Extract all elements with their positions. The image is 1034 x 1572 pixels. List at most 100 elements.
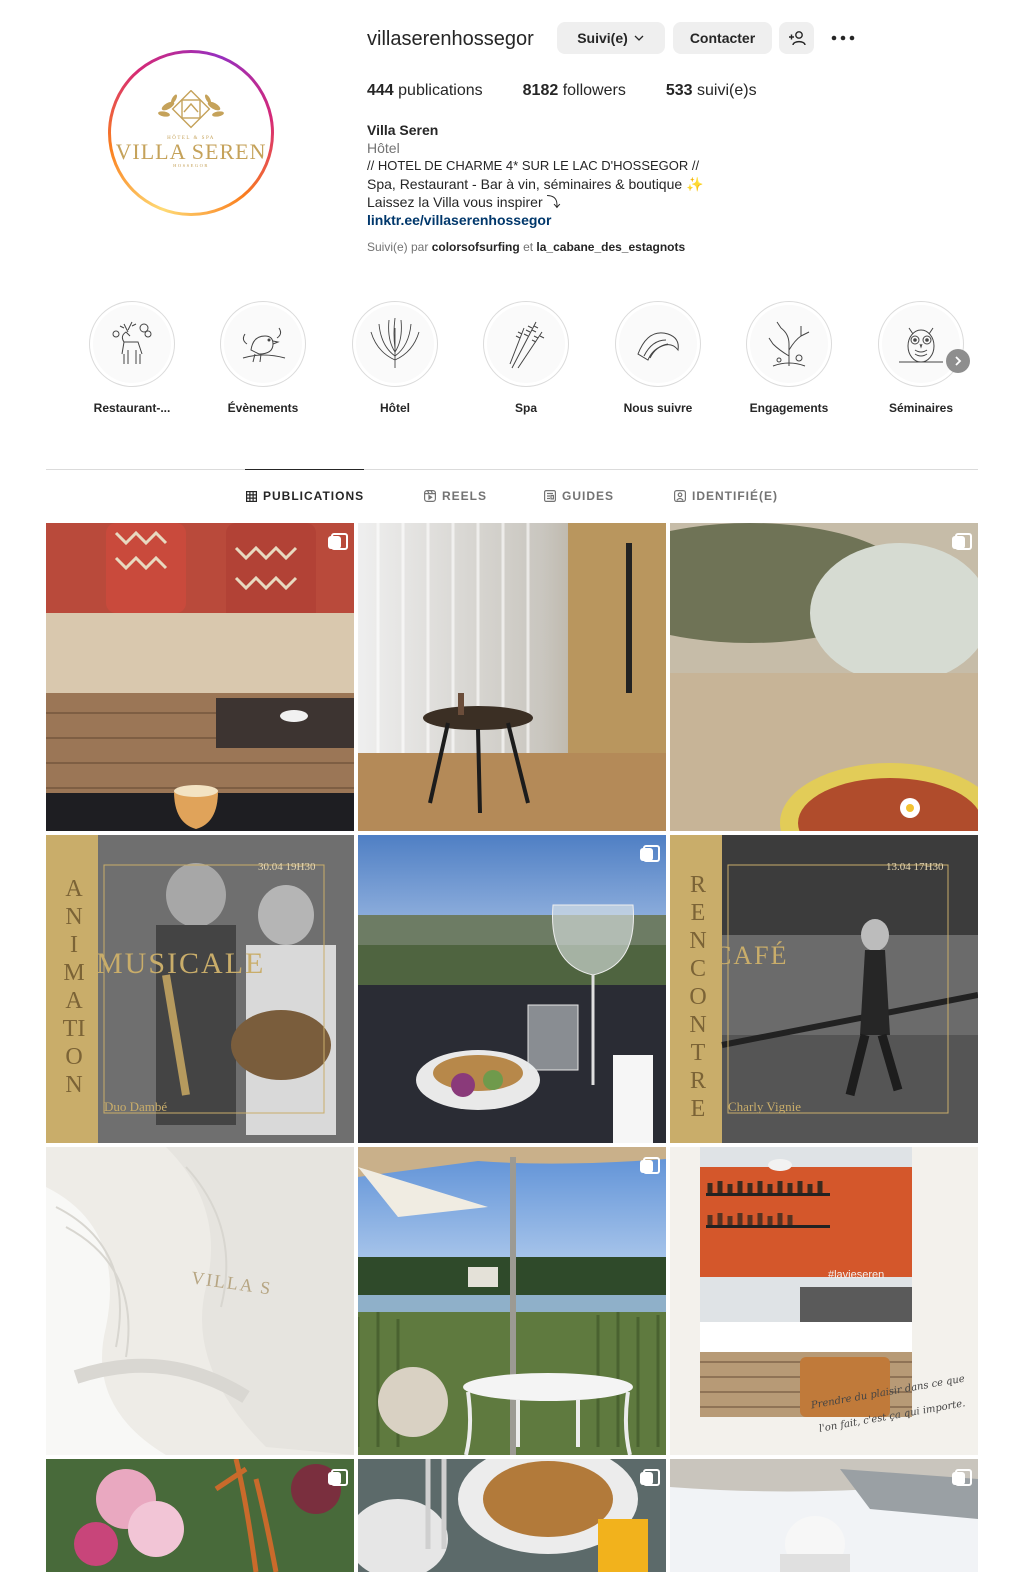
tab-tagged[interactable]: IDENTIFIÉ(E) xyxy=(674,489,778,503)
post-date: 13.04 17H30 xyxy=(886,861,944,873)
post-title: MUSICALE xyxy=(96,947,266,980)
post-tile[interactable] xyxy=(46,1459,354,1572)
post-vertical-title: RENCONTRE xyxy=(689,872,707,1122)
highlight-evenements[interactable]: Évènements xyxy=(217,301,309,415)
highlight-label: Spa xyxy=(514,401,537,415)
carousel-icon xyxy=(640,1157,660,1174)
post-tile[interactable]: ANIMATION MUSICALE 30.04 19H30 Duo Dambé xyxy=(46,835,354,1143)
followers-count[interactable]: 8182 followers xyxy=(523,82,626,100)
carousel-icon xyxy=(640,1469,660,1486)
post-image xyxy=(46,835,354,1143)
highlight-label: Séminaires xyxy=(888,401,954,415)
highlight-label: Évènements xyxy=(227,401,299,415)
highlights-next-button[interactable] xyxy=(946,349,970,373)
suggested-users-button[interactable] xyxy=(779,22,814,54)
post-title: CAFÉ xyxy=(714,941,789,970)
chevron-down-icon xyxy=(634,35,644,41)
profile-stats: 444 publications 8182 followers 533 suiv… xyxy=(367,82,797,100)
carousel-icon xyxy=(640,845,660,862)
wave-icon xyxy=(637,332,679,361)
reels-icon xyxy=(424,490,436,502)
post-image xyxy=(358,835,666,1143)
post-tile[interactable]: #lavieseren Prendre du plaisir dans ce q… xyxy=(670,1147,978,1455)
post-image xyxy=(358,523,666,831)
highlight-nous-suivre[interactable]: Nous suivre xyxy=(612,301,704,415)
following-button-label: Suivi(e) xyxy=(577,30,628,46)
guides-icon xyxy=(544,490,556,502)
highlight-label: Restaurant-... xyxy=(93,401,171,415)
avatar: HÔTEL & SPA VILLA SEREN HOSSEGOR xyxy=(115,57,267,209)
post-tile[interactable] xyxy=(670,523,978,831)
post-tile[interactable] xyxy=(358,1459,666,1572)
profile-avatar-ring[interactable]: HÔTEL & SPA VILLA SEREN HOSSEGOR xyxy=(108,50,274,216)
post-image xyxy=(358,1459,666,1572)
active-tab-indicator xyxy=(245,469,364,470)
bird-icon xyxy=(242,327,286,363)
tab-guides[interactable]: GUIDES xyxy=(544,489,614,503)
carousel-icon xyxy=(952,1469,972,1486)
owl-icon xyxy=(899,327,943,363)
bio-name: Villa Seren xyxy=(367,122,439,138)
more-options-button[interactable] xyxy=(829,26,857,50)
post-caption: Duo Dambé xyxy=(104,1099,168,1114)
highlight-restaurant[interactable]: Restaurant-... xyxy=(86,301,178,415)
post-image xyxy=(46,1459,354,1572)
following-count[interactable]: 533 suivi(e)s xyxy=(666,82,757,100)
post-image xyxy=(670,1459,978,1572)
follower-user-link[interactable]: la_cabane_des_estagnots xyxy=(536,240,685,254)
bio-line: Spa, Restaurant - Bar à vin, séminaires … xyxy=(367,176,704,192)
post-tile[interactable] xyxy=(358,523,666,831)
post-caption: Charly Vignie xyxy=(728,1099,801,1114)
palm-leaf-icon xyxy=(370,317,420,368)
post-image xyxy=(46,523,354,831)
post-image xyxy=(46,1147,354,1455)
tab-publications[interactable]: PUBLICATIONS xyxy=(246,489,364,503)
highlight-label: Nous suivre xyxy=(623,401,693,415)
post-image xyxy=(670,835,978,1143)
post-tile[interactable] xyxy=(358,835,666,1143)
highlight-engagements[interactable]: Engagements xyxy=(743,301,835,415)
post-tile[interactable] xyxy=(670,1459,978,1572)
post-hashtag: #lavieseren xyxy=(828,1269,885,1281)
post-image xyxy=(670,523,978,831)
logo-title: VILLA SEREN xyxy=(115,139,267,164)
post-tile[interactable]: RENCONTRE CAFÉ 13.04 17H30 Charly Vignie xyxy=(670,835,978,1143)
tagged-icon xyxy=(674,490,686,502)
bio-line: // HOTEL DE CHARME 4* SUR LE LAC D'HOSSE… xyxy=(367,158,700,173)
contact-button[interactable]: Contacter xyxy=(673,22,772,54)
more-icon xyxy=(831,35,855,41)
post-image xyxy=(358,1147,666,1455)
coral-icon xyxy=(768,321,810,367)
carousel-icon xyxy=(328,533,348,550)
profile-username: villaserenhossegor xyxy=(367,28,534,50)
carousel-icon xyxy=(328,1469,348,1486)
tabs-divider xyxy=(46,469,978,470)
profile-bio: Villa Seren Hôtel // HOTEL DE CHARME 4* … xyxy=(367,121,787,229)
following-button[interactable]: Suivi(e) xyxy=(557,22,665,54)
follower-user-link[interactable]: colorsofsurfing xyxy=(432,240,520,254)
post-tile[interactable] xyxy=(358,1147,666,1455)
add-user-icon xyxy=(788,31,806,46)
followed-by[interactable]: Suivi(e) par colorsofsurfing et la_caban… xyxy=(367,240,685,254)
bio-link[interactable]: linktr.ee/villaserenhossegor xyxy=(367,211,787,229)
tab-reels[interactable]: REELS xyxy=(424,489,487,503)
logo-icon xyxy=(158,90,224,129)
deer-icon xyxy=(112,321,152,364)
highlight-label: Hôtel xyxy=(380,401,410,415)
wheat-icon xyxy=(509,321,545,369)
posts-count: 444 publications xyxy=(367,82,483,99)
highlight-hotel[interactable]: Hôtel xyxy=(349,301,441,415)
carousel-icon xyxy=(952,533,972,550)
post-tile[interactable] xyxy=(46,523,354,831)
post-date: 30.04 19H30 xyxy=(258,861,316,873)
highlight-spa[interactable]: Spa xyxy=(480,301,572,415)
highlight-label: Engagements xyxy=(749,401,829,415)
post-tile[interactable]: VILLA S xyxy=(46,1147,354,1455)
bio-line: Laissez la Villa vous inspirer ⤵ xyxy=(367,194,561,210)
grid-icon xyxy=(246,490,257,502)
bio-category: Hôtel xyxy=(367,140,400,156)
contact-button-label: Contacter xyxy=(689,30,756,46)
logo-location: HOSSEGOR xyxy=(173,163,209,168)
chevron-right-icon xyxy=(955,356,962,366)
story-highlights: Restaurant-... Évènements Hôtel Spa Nous… xyxy=(86,301,976,421)
